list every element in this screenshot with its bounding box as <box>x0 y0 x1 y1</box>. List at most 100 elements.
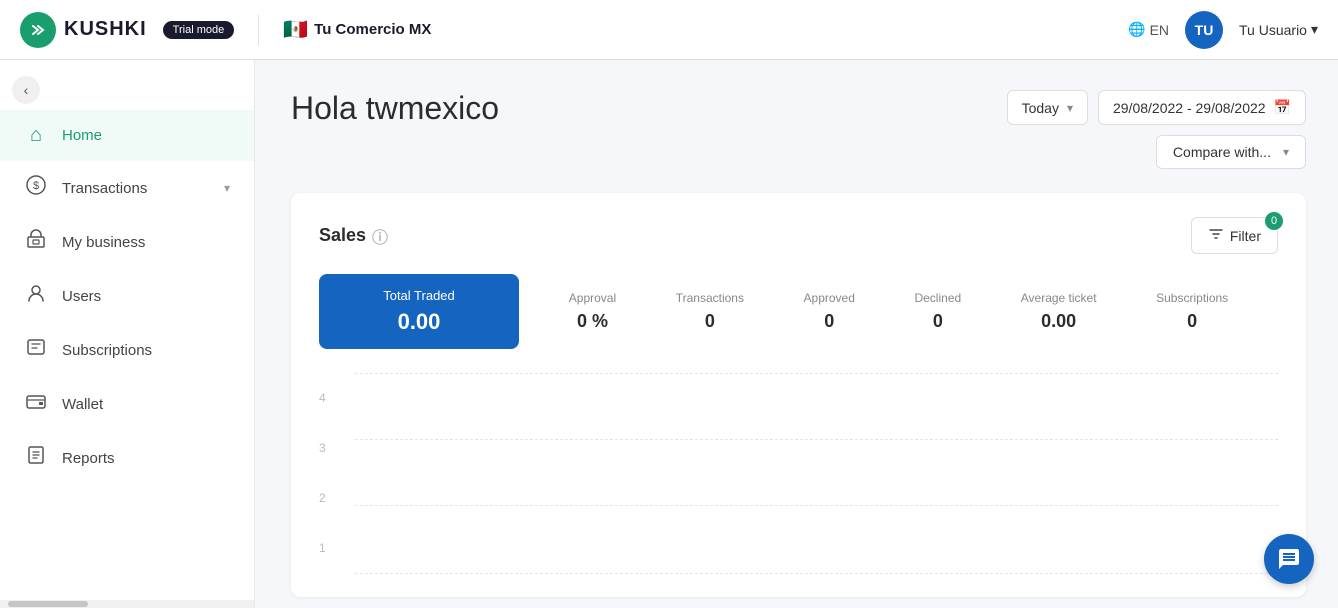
stat-transactions: Transactions 0 <box>676 291 744 332</box>
user-avatar: TU <box>1185 11 1223 49</box>
divider <box>258 15 259 45</box>
sidebar-item-label: Transactions <box>62 180 147 197</box>
transactions-icon: $ <box>24 175 48 201</box>
chat-icon <box>1277 547 1301 571</box>
page-header: Hola twmexico Today ▾ 29/08/2022 - 29/08… <box>291 90 1306 169</box>
sidebar-item-transactions[interactable]: $ Transactions ▾ <box>0 161 254 215</box>
total-traded-card[interactable]: Total Traded 0.00 <box>319 274 519 349</box>
grid-line-4 <box>355 373 1278 374</box>
filter-button[interactable]: Filter 0 <box>1191 217 1278 254</box>
lang-label: EN <box>1150 22 1169 38</box>
sidebar-item-label: My business <box>62 234 145 251</box>
stat-average-ticket-value: 0.00 <box>1021 311 1097 332</box>
sidebar-item-subscriptions[interactable]: Subscriptions <box>0 323 254 377</box>
filter-icon <box>1208 226 1224 245</box>
sidebar-item-users[interactable]: Users <box>0 269 254 323</box>
compare-label: Compare with... <box>1173 144 1271 160</box>
sidebar-item-label: Wallet <box>62 396 103 413</box>
sales-title-text: Sales <box>319 225 366 246</box>
user-name-dropdown[interactable]: Tu Usuario ▾ <box>1239 21 1318 38</box>
chevron-down-icon: ▾ <box>1067 101 1073 115</box>
logo-area: KUSHKI <box>20 12 147 48</box>
date-range-label: 29/08/2022 - 29/08/2022 <box>1113 100 1266 116</box>
stat-approved-label: Approved <box>804 291 855 305</box>
reports-icon <box>24 445 48 471</box>
chevron-down-icon: ▾ <box>1283 145 1289 159</box>
date-controls: Today ▾ 29/08/2022 - 29/08/2022 📅 <box>1007 90 1306 125</box>
wallet-icon <box>24 391 48 417</box>
date-period-label: Today <box>1022 100 1059 116</box>
users-icon <box>24 283 48 309</box>
stat-approved-value: 0 <box>804 311 855 332</box>
stat-transactions-value: 0 <box>676 311 744 332</box>
chart-grid <box>355 373 1278 573</box>
chevron-down-icon: ▾ <box>224 181 230 195</box>
y-label-3: 3 <box>319 441 349 455</box>
stat-subscriptions-value: 0 <box>1156 311 1228 332</box>
sidebar-item-home[interactable]: ⌂ Home <box>0 110 254 161</box>
globe-icon: 🌐 <box>1128 21 1145 38</box>
logo-text: KUSHKI <box>64 18 147 41</box>
topbar-right: 🌐 EN TU Tu Usuario ▾ <box>1128 11 1318 49</box>
stat-average-ticket-label: Average ticket <box>1021 291 1097 305</box>
stat-subscriptions-label: Subscriptions <box>1156 291 1228 305</box>
stat-average-ticket: Average ticket 0.00 <box>1021 291 1097 332</box>
stat-approved: Approved 0 <box>804 291 855 332</box>
sidebar-item-label: Users <box>62 288 101 305</box>
subscriptions-icon <box>24 337 48 363</box>
svg-text:$: $ <box>33 180 39 192</box>
sidebar-item-wallet[interactable]: Wallet <box>0 377 254 431</box>
chart-y-labels: 1 2 3 4 <box>319 373 349 573</box>
app-body: ‹ ⌂ Home $ Transactions ▾ <box>0 60 1338 608</box>
sales-card: Sales ⓘ Filter 0 Total Traded <box>291 193 1306 597</box>
scrollbar-thumb <box>8 601 88 607</box>
commerce-name: Tu Comercio MX <box>314 21 431 38</box>
commerce-info: 🇲🇽 Tu Comercio MX <box>283 17 431 42</box>
compare-with-selector[interactable]: Compare with... ▾ <box>1156 135 1306 169</box>
info-icon[interactable]: ⓘ <box>372 224 388 248</box>
page-title: Hola twmexico <box>291 90 1007 127</box>
my-business-icon <box>24 229 48 255</box>
grid-line-3 <box>355 439 1278 440</box>
total-traded-value: 0.00 <box>347 309 491 335</box>
sidebar-item-reports[interactable]: Reports <box>0 431 254 485</box>
topbar: KUSHKI Trial mode 🇲🇽 Tu Comercio MX 🌐 EN… <box>0 0 1338 60</box>
calendar-icon: 📅 <box>1274 99 1291 116</box>
filter-label: Filter <box>1230 228 1261 244</box>
y-label-1: 1 <box>319 541 349 555</box>
sidebar-item-my-business[interactable]: My business <box>0 215 254 269</box>
stat-declined-value: 0 <box>914 311 961 332</box>
sidebar-item-label: Reports <box>62 450 115 467</box>
date-range-picker[interactable]: 29/08/2022 - 29/08/2022 📅 <box>1098 90 1306 125</box>
chevron-down-icon: ▾ <box>1311 21 1318 38</box>
grid-line-1 <box>355 573 1278 574</box>
grid-line-2 <box>355 505 1278 506</box>
stats-row: Total Traded 0.00 Approval 0 % Transacti… <box>319 274 1278 349</box>
stat-items-container: Approval 0 % Transactions 0 Approved 0 D… <box>519 274 1278 349</box>
stat-approval-value: 0 % <box>569 311 616 332</box>
main-content: Hola twmexico Today ▾ 29/08/2022 - 29/08… <box>255 60 1338 608</box>
stat-approval-label: Approval <box>569 291 616 305</box>
sidebar-nav: ⌂ Home $ Transactions ▾ <box>0 60 254 600</box>
user-name-label: Tu Usuario <box>1239 22 1307 38</box>
sidebar-item-label: Subscriptions <box>62 342 152 359</box>
filter-count-badge: 0 <box>1265 212 1283 230</box>
date-period-selector[interactable]: Today ▾ <box>1007 90 1088 125</box>
language-selector[interactable]: 🌐 EN <box>1128 21 1169 38</box>
header-controls: Today ▾ 29/08/2022 - 29/08/2022 📅 Compar… <box>1007 90 1306 169</box>
sidebar: ‹ ⌂ Home $ Transactions ▾ <box>0 60 255 608</box>
stat-declined-label: Declined <box>914 291 961 305</box>
sales-card-header: Sales ⓘ Filter 0 <box>319 217 1278 254</box>
flag-icon: 🇲🇽 <box>283 17 308 42</box>
chat-button[interactable] <box>1264 534 1314 584</box>
sidebar-horizontal-scrollbar[interactable] <box>0 600 254 608</box>
stat-subscriptions: Subscriptions 0 <box>1156 291 1228 332</box>
y-label-2: 2 <box>319 491 349 505</box>
sidebar-collapse-button[interactable]: ‹ <box>12 76 40 104</box>
stat-declined: Declined 0 <box>914 291 961 332</box>
stat-transactions-label: Transactions <box>676 291 744 305</box>
sales-title: Sales ⓘ <box>319 224 388 248</box>
chart-area: 1 2 3 4 <box>319 373 1278 573</box>
sidebar-item-label: Home <box>62 127 102 144</box>
logo-icon <box>20 12 56 48</box>
